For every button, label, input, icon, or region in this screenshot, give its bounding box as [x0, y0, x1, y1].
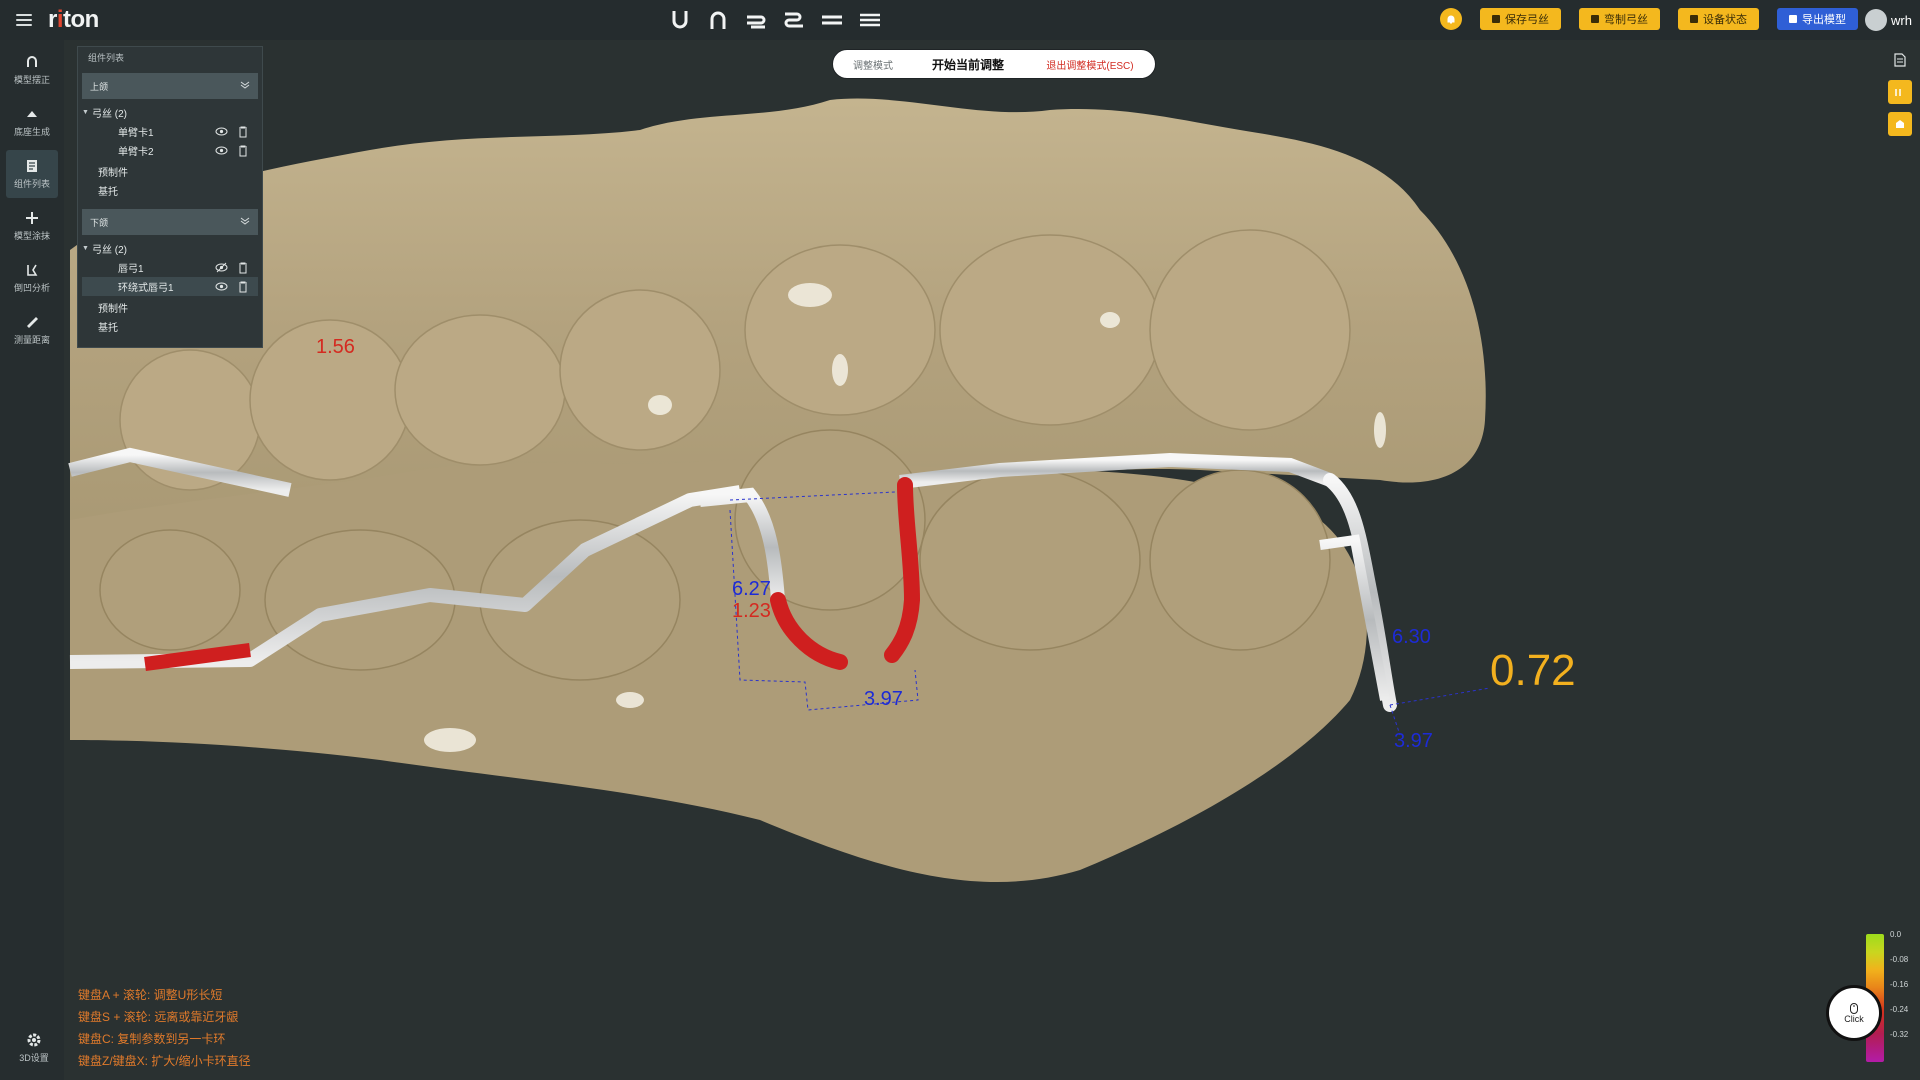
eye-icon[interactable] [214, 144, 228, 158]
tree-group-lower-wire[interactable]: ▼ 弓丝 (2) [82, 239, 258, 258]
u-shape-icon[interactable] [668, 8, 692, 32]
document-icon[interactable] [1888, 48, 1912, 72]
scale-label: -0.32 [1890, 1030, 1909, 1039]
measurement-label: 6.30 [1392, 626, 1431, 648]
user-menu[interactable]: wrh [1865, 9, 1912, 31]
chevron-down-icon [240, 81, 250, 91]
double-loop-icon[interactable] [782, 8, 806, 32]
hint-line: 键盘S + 滚轮: 远离或靠近牙龈 [78, 1010, 239, 1024]
component-panel-title: 组件列表 [88, 53, 125, 63]
adjust-mode-label: 调整模式 [853, 60, 893, 72]
component-panel: 组件列表 上颌 ▼ 弓丝 (2) 单臂卡1 单臂卡2 预制件 基托 下颌 ▼ 弓… [77, 46, 263, 348]
bell-icon[interactable] [1440, 8, 1462, 30]
tree-group-upper-wire[interactable]: ▼ 弓丝 (2) [82, 103, 258, 122]
exit-adjust-button[interactable]: 退出调整模式(ESC) [1031, 49, 1149, 79]
list-icon [27, 159, 37, 172]
right-tools [1886, 48, 1914, 136]
tree-item-lower-base[interactable]: 基托 [82, 317, 258, 336]
bend-icon [1591, 15, 1599, 23]
rail-item-measure[interactable]: 测量距离 [6, 306, 58, 354]
top-actions: 保存弓丝 弯制弓丝 设备状态 导出模型 [1440, 8, 1858, 30]
measurement-label: 6.27 [732, 578, 771, 600]
adjust-mode-bar: 调整模式 开始当前调整 退出调整模式(ESC) [832, 49, 1156, 79]
undercut-icon [27, 264, 38, 276]
app-logo: riton [48, 6, 99, 33]
gear-icon [27, 1033, 41, 1047]
trash-icon[interactable] [236, 261, 250, 275]
hint-line: 键盘C: 复制参数到另一卡环 [78, 1032, 226, 1046]
caret-down-icon[interactable]: ▼ [82, 109, 92, 116]
eye-icon[interactable] [214, 280, 228, 294]
scale-label: -0.08 [1890, 955, 1909, 964]
measurement-label: 1.23 [732, 600, 771, 622]
color-scale-labels: 0.0 -0.08 -0.16 -0.24 -0.32 [1890, 930, 1908, 1055]
save-icon [1492, 15, 1500, 23]
base-icon [27, 110, 37, 117]
section-upper-jaw[interactable]: 上颌 [82, 73, 258, 99]
ruler-icon [27, 316, 38, 328]
tree-item-wrap-labial-bow-1[interactable]: 环绕式唇弓1 [82, 277, 258, 296]
measurement-label: 0.72 [1490, 646, 1576, 695]
eye-off-icon[interactable] [214, 261, 228, 275]
save-wire-button[interactable]: 保存弓丝 [1480, 8, 1561, 30]
3d-viewport[interactable] [64, 40, 1920, 1080]
tree-item-lower-prefab[interactable]: 预制件 [82, 298, 258, 317]
trash-icon[interactable] [236, 280, 250, 294]
eye-icon[interactable] [214, 125, 228, 139]
rail-item-component-list[interactable]: 组件列表 [6, 150, 58, 198]
bend-wire-button[interactable]: 弯制弓丝 [1579, 8, 1660, 30]
rail-item-model-align[interactable]: 模型摆正 [6, 46, 58, 94]
measurement-label: 3.97 [1394, 730, 1433, 752]
trash-icon[interactable] [236, 144, 250, 158]
top-bar: riton 保存弓丝 弯制弓丝 设备状态 导出模型 wrh [0, 0, 1920, 40]
keyboard-hints: 键盘A + 滚轮: 调整U形长短 键盘S + 滚轮: 远离或靠近牙龈 键盘C: … [78, 984, 251, 1072]
arch-shape-icon[interactable] [706, 8, 730, 32]
tree-item-labial-bow-1[interactable]: 唇弓1 [82, 258, 258, 277]
measurement-label: 3.97 [864, 688, 903, 710]
chevron-down-icon [240, 217, 250, 227]
mouse-icon [1850, 1002, 1858, 1014]
start-adjust-button[interactable]: 开始当前调整 [905, 49, 1031, 79]
scale-label: -0.16 [1890, 980, 1909, 989]
tree-item-upper-base[interactable]: 基托 [82, 181, 258, 200]
device-icon [1690, 15, 1698, 23]
tree-item-single-arm-clasp-2[interactable]: 单臂卡2 [82, 141, 258, 160]
left-rail: 模型摆正 底座生成 组件列表 模型涂抹 倒凹分析 测量距离 [0, 40, 64, 1080]
layer-icon[interactable] [1888, 80, 1912, 104]
measurement-label: 1.56 [316, 336, 355, 358]
caret-down-icon[interactable]: ▼ [82, 245, 92, 252]
tree-item-single-arm-clasp-1[interactable]: 单臂卡1 [82, 122, 258, 141]
trash-icon[interactable] [236, 125, 250, 139]
menu-icon[interactable] [16, 10, 32, 30]
rail-item-base-gen[interactable]: 底座生成 [6, 98, 58, 146]
scale-label: -0.24 [1890, 1005, 1909, 1014]
3d-settings-button[interactable]: 3D设置 [12, 1032, 56, 1064]
bar-bend-icon[interactable] [858, 8, 882, 32]
hint-line: 键盘Z/键盘X: 扩大/缩小卡环直径 [78, 1054, 251, 1068]
loop-shape-icon[interactable] [744, 8, 768, 32]
scale-label: 0.0 [1890, 930, 1902, 939]
section-lower-jaw[interactable]: 下颌 [82, 209, 258, 235]
rail-item-undercut[interactable]: 倒凹分析 [6, 254, 58, 302]
parallel-bars-icon[interactable] [820, 8, 844, 32]
brush-icon [26, 211, 38, 224]
tree-item-upper-prefab[interactable]: 预制件 [82, 162, 258, 181]
device-status-button[interactable]: 设备状态 [1678, 8, 1759, 30]
mouse-click-button[interactable]: Click [1826, 985, 1882, 1041]
wire-shape-toolbar [668, 8, 882, 32]
rail-item-model-paint[interactable]: 模型涂抹 [6, 202, 58, 250]
arch-icon [27, 55, 37, 67]
avatar [1865, 9, 1888, 31]
user-name: wrh [1891, 12, 1912, 28]
export-icon [1789, 15, 1797, 23]
export-model-button[interactable]: 导出模型 [1777, 8, 1858, 30]
model-view-icon[interactable] [1888, 112, 1912, 136]
hint-line: 键盘A + 滚轮: 调整U形长短 [78, 988, 223, 1002]
